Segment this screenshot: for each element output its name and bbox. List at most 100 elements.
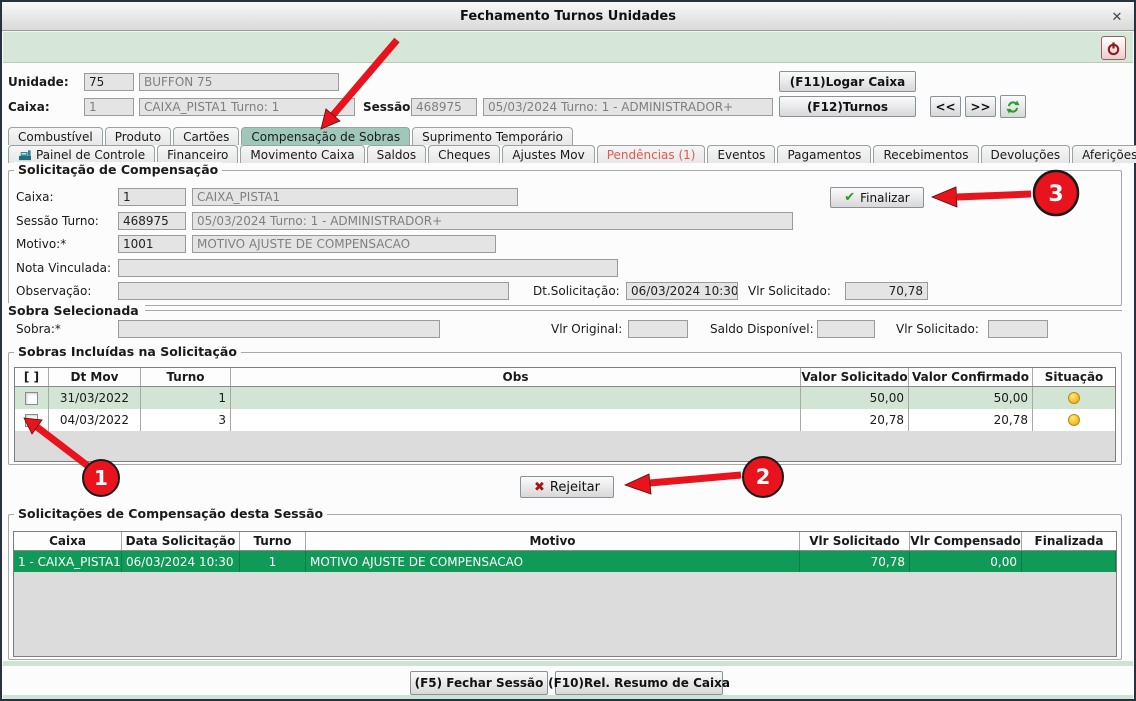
- solicitacao-caixa-code-field[interactable]: 1: [118, 188, 186, 206]
- row1-checkbox[interactable]: [25, 392, 38, 405]
- turnos-button[interactable]: (F12)Turnos: [779, 96, 916, 117]
- finalizar-button[interactable]: ✔ Finalizar: [830, 187, 924, 208]
- step1-badge: 1: [83, 460, 119, 496]
- tab-row-main: Combustível Produto Cartões Compensação …: [8, 127, 575, 145]
- tab-cheques[interactable]: Cheques: [428, 145, 500, 163]
- sessao-row-selected[interactable]: 1 - CAIXA_PISTA1 06/03/2024 10:30 1 MOTI…: [14, 551, 1116, 572]
- tab-pagamentos[interactable]: Pagamentos: [777, 145, 871, 163]
- next-session-button[interactable]: >>: [965, 96, 996, 117]
- logar-caixa-button[interactable]: (F11)Logar Caixa: [779, 71, 916, 92]
- yellow-status-dot: [1068, 392, 1080, 404]
- row2-checkbox[interactable]: [25, 414, 38, 427]
- sobras-table: [ ] Dt Mov Turno Obs Valor Solicitado Va…: [14, 367, 1116, 462]
- tab-afericoes-consumo[interactable]: Aferições/Consumo: [1072, 145, 1136, 163]
- rejeitar-button[interactable]: ✖ Rejeitar: [520, 476, 614, 498]
- x-icon: ✖: [534, 480, 545, 495]
- dt-solicitacao-field[interactable]: 06/03/2024 10:30: [626, 282, 738, 300]
- col-check: [ ]: [15, 368, 49, 386]
- tab-saldos[interactable]: Saldos: [367, 145, 427, 163]
- motivo-desc-field[interactable]: MOTIVO AJUSTE DE COMPENSACAO: [192, 235, 496, 253]
- sobra-selecionada-title: Sobra Selecionada: [8, 303, 145, 318]
- sessao-turno-code-field[interactable]: 468975: [118, 212, 186, 230]
- saldo-disponivel-label: Saldo Disponível:: [710, 322, 814, 336]
- tab-compensacao-de-sobras[interactable]: Compensação de Sobras: [241, 127, 410, 145]
- footer-strip-bottom: [3, 695, 1133, 699]
- col-valor-solicitado: Valor Solicitado: [801, 368, 909, 386]
- col-situacao: Situação: [1033, 368, 1115, 386]
- tab-devolucoes[interactable]: Devoluções: [981, 145, 1071, 163]
- solicitacao-legend: Solicitação de Compensação: [14, 162, 222, 177]
- sobras-row-2[interactable]: 04/03/2022 3 20,78 20,78: [15, 409, 1115, 431]
- sessao-table-header: Caixa Data Solicitação Turno Motivo Vlr …: [14, 532, 1116, 551]
- tab-row-secondary: Painel de Controle Financeiro Movimento …: [8, 145, 1136, 163]
- tab-cartoes[interactable]: Cartões: [173, 127, 239, 145]
- svg-text:1: 1: [94, 466, 108, 490]
- sobras-legend: Sobras Incluídas na Solicitação: [14, 344, 241, 359]
- col2-finalizada: Finalizada: [1022, 532, 1116, 550]
- window-title: Fechamento Turnos Unidades: [460, 9, 676, 24]
- observacao-field[interactable]: [118, 282, 509, 300]
- solicitacao-caixa-name-field[interactable]: CAIXA_PISTA1: [192, 188, 518, 206]
- tab-financeiro[interactable]: Financeiro: [157, 145, 238, 163]
- unidade-name-field[interactable]: BUFFON 75: [139, 73, 339, 91]
- vlr-solicitado2-label: Vlr Solicitado:: [896, 322, 979, 336]
- sessao-table-empty-area: [14, 572, 1116, 656]
- close-icon[interactable]: ✕: [1109, 9, 1125, 25]
- cash-register-icon: [18, 149, 32, 161]
- tab-recebimentos[interactable]: Recebimentos: [873, 145, 978, 163]
- svg-text:2: 2: [756, 465, 771, 489]
- tab-suprimento-temporario[interactable]: Suprimento Temporário: [412, 127, 573, 145]
- fechar-sessao-button[interactable]: (F5) Fechar Sessão: [410, 671, 548, 695]
- unidade-code-field[interactable]: 75: [84, 73, 134, 91]
- sobras-table-header: [ ] Dt Mov Turno Obs Valor Solicitado Va…: [15, 368, 1115, 387]
- nota-vinculada-field[interactable]: [118, 259, 618, 277]
- sessao-label: Sessão:: [363, 100, 415, 114]
- tab-pendencias[interactable]: Pendências (1): [597, 145, 706, 163]
- col2-data: Data Solicitação: [122, 532, 240, 550]
- caixa-name-field[interactable]: CAIXA_PISTA1 Turno: 1: [139, 98, 355, 116]
- sessao-turno-desc-field[interactable]: 05/03/2024 Turno: 1 - ADMINISTRADOR+: [192, 212, 793, 230]
- power-button[interactable]: [1101, 36, 1126, 60]
- tab-ajustes-mov[interactable]: Ajustes Mov: [502, 145, 594, 163]
- tab-combustivel[interactable]: Combustível: [8, 127, 103, 145]
- sobra-selecionada-divider: [140, 310, 1122, 311]
- observacao-label: Observação:: [16, 284, 91, 298]
- vlr-solicitado2-field[interactable]: [988, 320, 1048, 338]
- tab-painel-de-controle[interactable]: Painel de Controle: [8, 145, 155, 163]
- motivo-label: Motivo:*: [16, 237, 66, 251]
- refresh-icon: [1005, 99, 1021, 115]
- tab-movimento-caixa[interactable]: Movimento Caixa: [240, 145, 364, 163]
- sessao-desc-field[interactable]: 05/03/2024 Turno: 1 - ADMINISTRADOR+: [483, 98, 773, 116]
- saldo-disponivel-field[interactable]: [817, 320, 875, 338]
- col-dt-mov: Dt Mov: [49, 368, 141, 386]
- sessao-table-legend: Solicitações de Compensação desta Sessão: [14, 506, 327, 521]
- tab-produto[interactable]: Produto: [105, 127, 171, 145]
- step2-arrow: [625, 474, 741, 494]
- vlr-solicitado-field[interactable]: 70,78: [845, 282, 928, 300]
- sessao-turno-label: Sessão Turno:: [16, 214, 99, 228]
- col2-vlr-solicitado: Vlr Solicitado: [800, 532, 910, 550]
- footer-strip-top: [3, 661, 1133, 666]
- refresh-button[interactable]: [1000, 95, 1026, 118]
- col-valor-confirmado: Valor Confirmado: [909, 368, 1033, 386]
- sessao-table: Caixa Data Solicitação Turno Motivo Vlr …: [13, 531, 1117, 657]
- caixa-code-field[interactable]: 1: [84, 98, 134, 116]
- title-bar: Fechamento Turnos Unidades ✕: [2, 2, 1134, 31]
- vlr-original-field[interactable]: [628, 320, 688, 338]
- col2-vlr-compensado: Vlr Compensado: [910, 532, 1022, 550]
- check-icon: ✔: [844, 190, 855, 205]
- col-turno: Turno: [141, 368, 231, 386]
- nota-vinculada-label: Nota Vinculada:: [16, 261, 111, 275]
- prev-session-button[interactable]: <<: [930, 96, 961, 117]
- sessao-code-field[interactable]: 468975: [411, 98, 477, 116]
- vlr-original-label: Vlr Original:: [551, 322, 622, 336]
- col2-caixa: Caixa: [14, 532, 122, 550]
- tab-eventos[interactable]: Eventos: [707, 145, 775, 163]
- sobra-field[interactable]: [118, 320, 440, 338]
- resumo-caixa-button[interactable]: (F10)Rel. Resumo de Caixa: [555, 671, 723, 695]
- col2-motivo: Motivo: [306, 532, 800, 550]
- motivo-code-field[interactable]: 1001: [118, 235, 186, 253]
- vlr-solicitado-label: Vlr Solicitado:: [748, 284, 831, 298]
- power-icon: [1106, 41, 1121, 56]
- sobras-row-1[interactable]: 31/03/2022 1 50,00 50,00: [15, 387, 1115, 409]
